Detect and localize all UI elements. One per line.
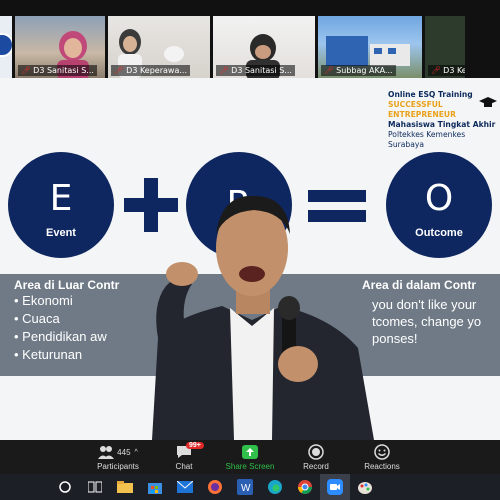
participants-label: Participants (97, 462, 139, 471)
list-item: • Keturunan (14, 347, 83, 362)
participant-thumbnail[interactable]: 🎤︎ D3 Sanitasi S... (15, 16, 105, 78)
logo-icon (0, 33, 12, 57)
outcome-circle: O Outcome (386, 152, 492, 258)
graduation-cap-icon (479, 97, 497, 107)
record-button[interactable]: Record (290, 444, 342, 471)
list-item: • Cuaca (14, 311, 60, 326)
word-icon[interactable]: W (230, 474, 260, 500)
slide-header: Online ESQ Training SUCCESSFUL ENTREPREN… (388, 90, 500, 150)
participant-thumbnail[interactable]: 🎤︎ D3 Ke (425, 16, 465, 78)
chat-unread-badge: 99+ (186, 442, 204, 449)
header-line: Mahasiswa Tingkat Akhir (388, 120, 496, 129)
participant-name: 🎤︎ D3 Sanitasi S... (216, 65, 295, 76)
speaker-video (152, 195, 374, 440)
participants-button[interactable]: 445 ^ Participants (92, 444, 144, 471)
firefox-icon[interactable] (200, 474, 230, 500)
header-line: Poltekkes Kemenkes Surabaya (388, 130, 466, 149)
record-label: Record (303, 462, 329, 471)
chat-button[interactable]: 99+ Chat (158, 442, 210, 471)
meeting-control-bar: 445 ^ Participants 99+ Chat Share Screen (0, 440, 500, 474)
chat-label: Chat (175, 462, 193, 471)
reactions-label: Reactions (364, 462, 400, 471)
chevron-up-icon[interactable]: ^ (135, 449, 138, 456)
shared-screen-slide: Online ESQ Training SUCCESSFUL ENTREPREN… (0, 78, 500, 440)
participant-name: 🎤︎ D3 Sanitasi S... (18, 65, 97, 76)
list-item: • Ekonomi (14, 293, 73, 308)
search-icon[interactable] (50, 474, 80, 500)
participants-count: 445 (117, 447, 131, 457)
paint-icon[interactable] (350, 474, 380, 500)
participant-thumbnail[interactable] (0, 16, 12, 78)
participant-thumbnail[interactable]: 🎤︎ D3 Keperawa... (108, 16, 210, 78)
event-circle: E Event (8, 152, 114, 258)
taskbar-spacer (0, 474, 50, 500)
participant-thumbnail[interactable]: 🎤︎ Subbag AKA... (318, 16, 422, 78)
zoom-icon[interactable] (320, 474, 350, 500)
list-item: • Pendidikan aw (14, 329, 107, 344)
participant-thumbnail[interactable]: 🎤︎ D3 Sanitasi S... (213, 16, 315, 78)
edge-icon[interactable] (260, 474, 290, 500)
circle-letter: E (49, 177, 73, 219)
participant-thumbnail-strip: 🎤︎ D3 Sanitasi S... 🎤︎ D3 Keperawa... 🎤︎ D3… (0, 0, 500, 78)
windows-taskbar: W (0, 474, 500, 500)
circle-letter: O (424, 177, 454, 219)
mail-icon[interactable] (170, 474, 200, 500)
outside-control-list: • Ekonomi • Cuaca • Pendidikan aw • Ketu… (14, 292, 107, 364)
share-screen-button[interactable]: Share Screen (224, 444, 276, 471)
outside-control-title: Area di Luar Contr (14, 278, 120, 292)
share-screen-label: Share Screen (225, 462, 275, 471)
chrome-icon[interactable] (290, 474, 320, 500)
participants-icon (98, 446, 115, 459)
task-view-icon[interactable] (80, 474, 110, 500)
file-explorer-icon[interactable] (110, 474, 140, 500)
record-icon (308, 444, 324, 460)
reactions-icon (374, 444, 390, 460)
participant-name: 🎤︎ D3 Keperawa... (111, 65, 190, 76)
participant-name: 🎤︎ Subbag AKA... (321, 65, 396, 76)
circle-word: Outcome (415, 226, 463, 239)
store-icon[interactable] (140, 474, 170, 500)
reactions-button[interactable]: Reactions (356, 444, 408, 471)
share-screen-icon (242, 445, 258, 459)
participant-name: 🎤︎ D3 Ke (428, 65, 465, 76)
svg-text:W: W (241, 483, 251, 494)
circle-word: Event (46, 226, 76, 239)
